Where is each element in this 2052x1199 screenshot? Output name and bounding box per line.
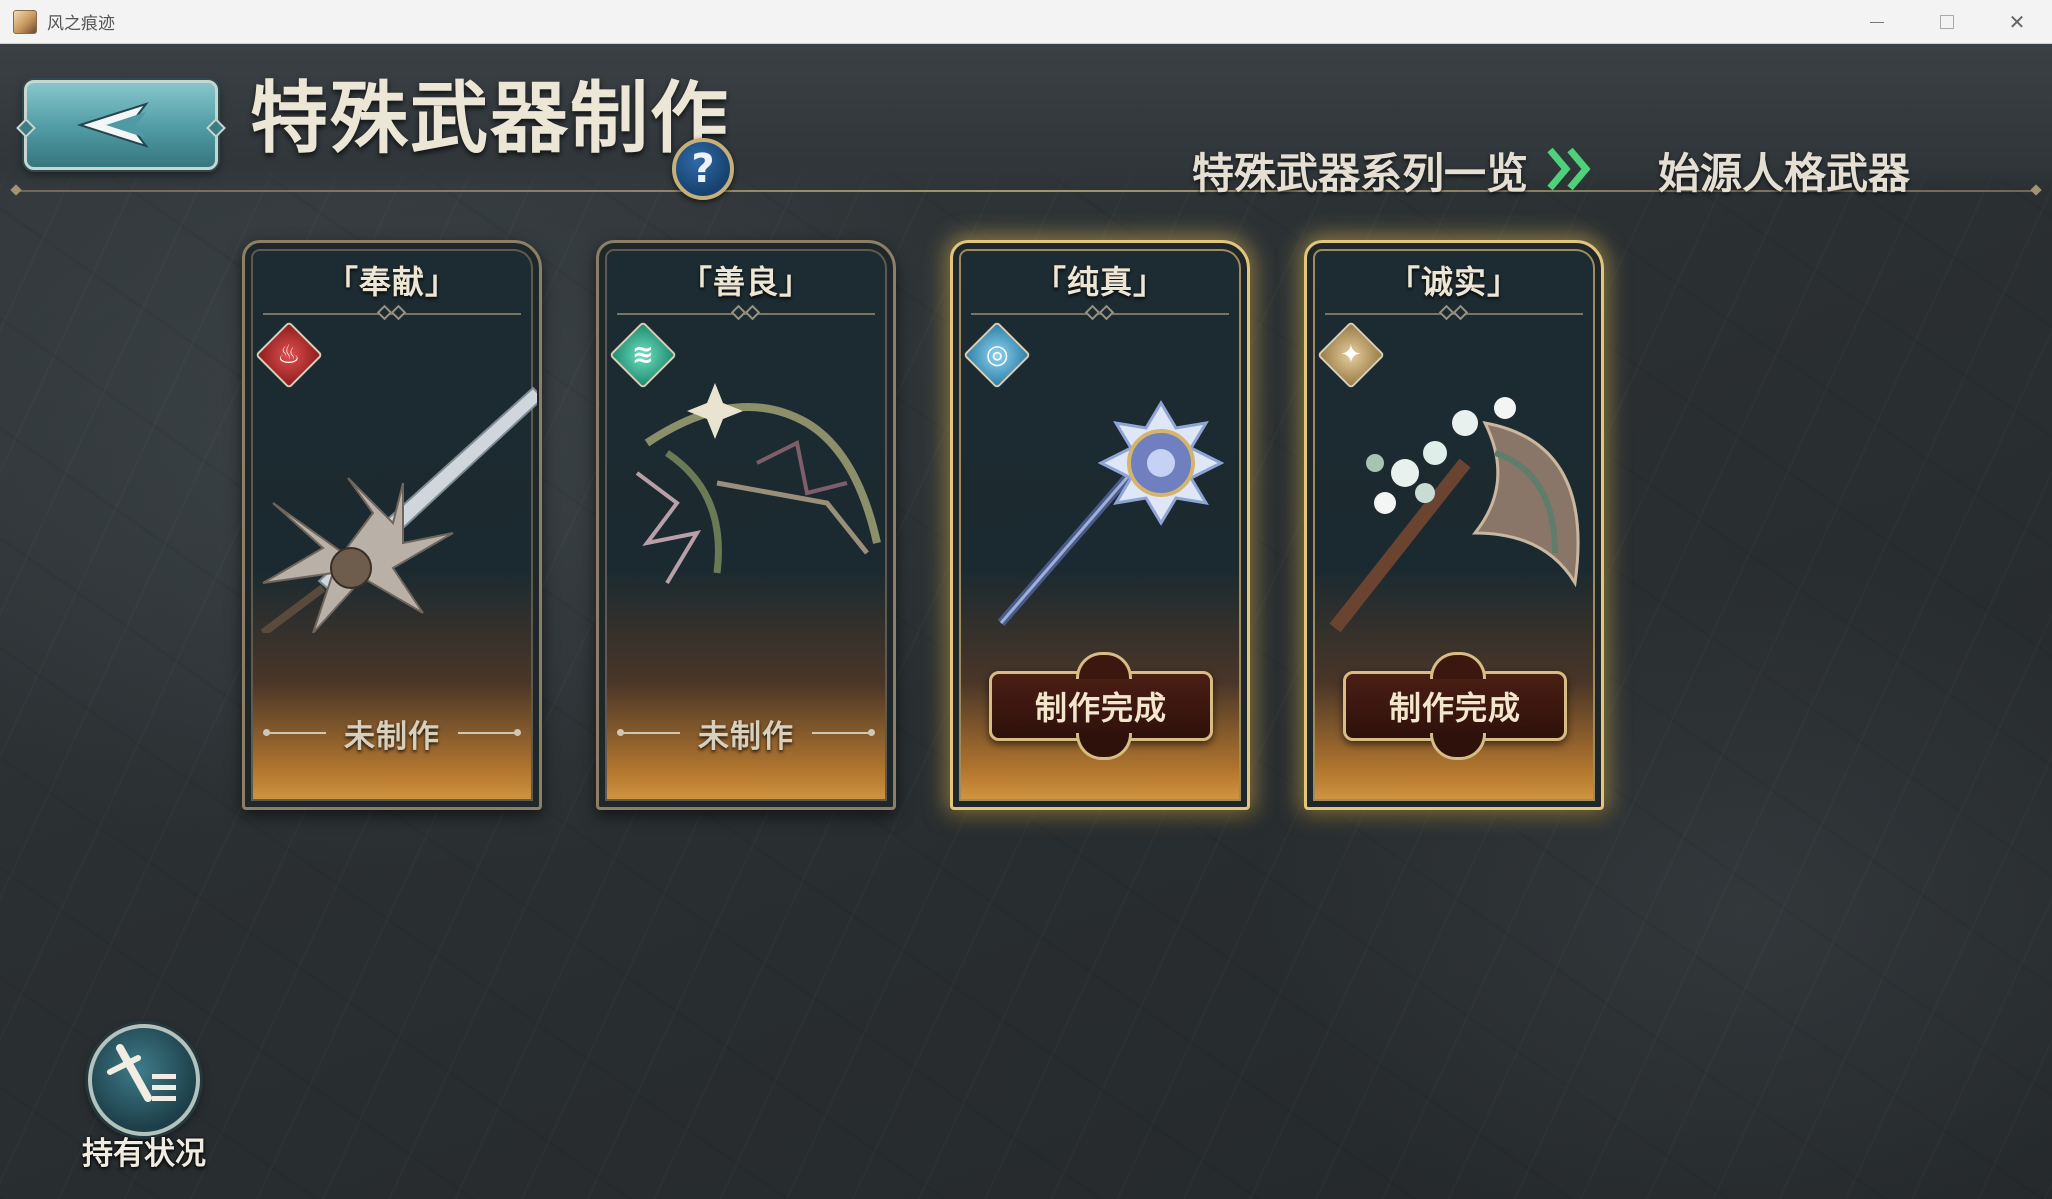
weapon-card-honesty[interactable]: 「诚实」 ✦ 制作完成 [1304,240,1604,810]
back-button[interactable] [24,80,218,170]
status-label: 未制作 [698,718,794,755]
status-crafted-badge: 制作完成 [1343,652,1567,760]
status-not-crafted: 未制作 [245,713,539,755]
holdings-icon [88,1024,200,1136]
double-chevron-right-icon[interactable] [1546,144,1594,194]
card-divider [263,304,521,321]
card-divider [971,304,1229,321]
nav-origin-persona-weapon[interactable]: 始源人格武器 [1658,140,1910,201]
back-arrow-icon [76,102,149,148]
card-name: 「诚实」 [1387,263,1520,301]
status-label: 未制作 [344,718,440,755]
window-titlebar: 风之痕迹 ✕ [0,0,2052,44]
card-name: 「纯真」 [1033,263,1166,301]
maximize-button[interactable] [1912,0,1982,44]
water-icon: ◎ [963,321,1031,389]
status-not-crafted: 未制作 [599,713,893,755]
card-name: 「奉献」 [325,263,458,301]
weapon-card-devotion[interactable]: 「奉献」 ♨ 未制作 [242,240,542,810]
minimize-icon [1870,21,1884,23]
nav-special-weapon-series[interactable]: 特殊武器系列一览 [1192,140,1528,201]
app-icon [13,9,37,34]
card-divider [1325,304,1583,321]
fire-icon: ♨ [255,321,323,389]
greatsword-art [260,386,537,633]
card-name: 「善良」 [679,263,812,301]
close-icon: ✕ [2008,10,2026,34]
weapon-card-innocence[interactable]: 「纯真」 ◎ 制作完成 [950,240,1250,810]
minimize-button[interactable] [1842,0,1912,44]
holdings-status-button[interactable]: 持有状况 [76,1024,212,1174]
staff-art [997,400,1225,626]
weapon-card-kindness[interactable]: 「善良」 ≋ 未制作 [596,240,896,810]
maximize-icon [1940,15,1954,29]
status-label: 制作完成 [1034,689,1167,727]
status-label: 制作完成 [1388,689,1521,727]
wind-icon: ≋ [609,321,677,389]
earth-icon: ✦ [1317,321,1385,389]
thorned-bow-art [635,383,881,585]
help-button[interactable]: ? [672,138,734,200]
window-title: 风之痕迹 [47,14,115,34]
game-screen: 特殊武器制作 ? 特殊武器系列一览 始源人格武器 「奉献」 ♨ 未制作 「善良」… [0,44,2052,1199]
flower-axe-art [1329,397,1580,633]
close-button[interactable]: ✕ [1982,0,2052,44]
holdings-label: 持有状况 [82,1136,206,1172]
window-controls: ✕ [1842,0,2052,44]
status-crafted-badge: 制作完成 [989,652,1213,760]
page-title: 特殊武器制作 [250,73,731,164]
card-divider [617,304,875,321]
